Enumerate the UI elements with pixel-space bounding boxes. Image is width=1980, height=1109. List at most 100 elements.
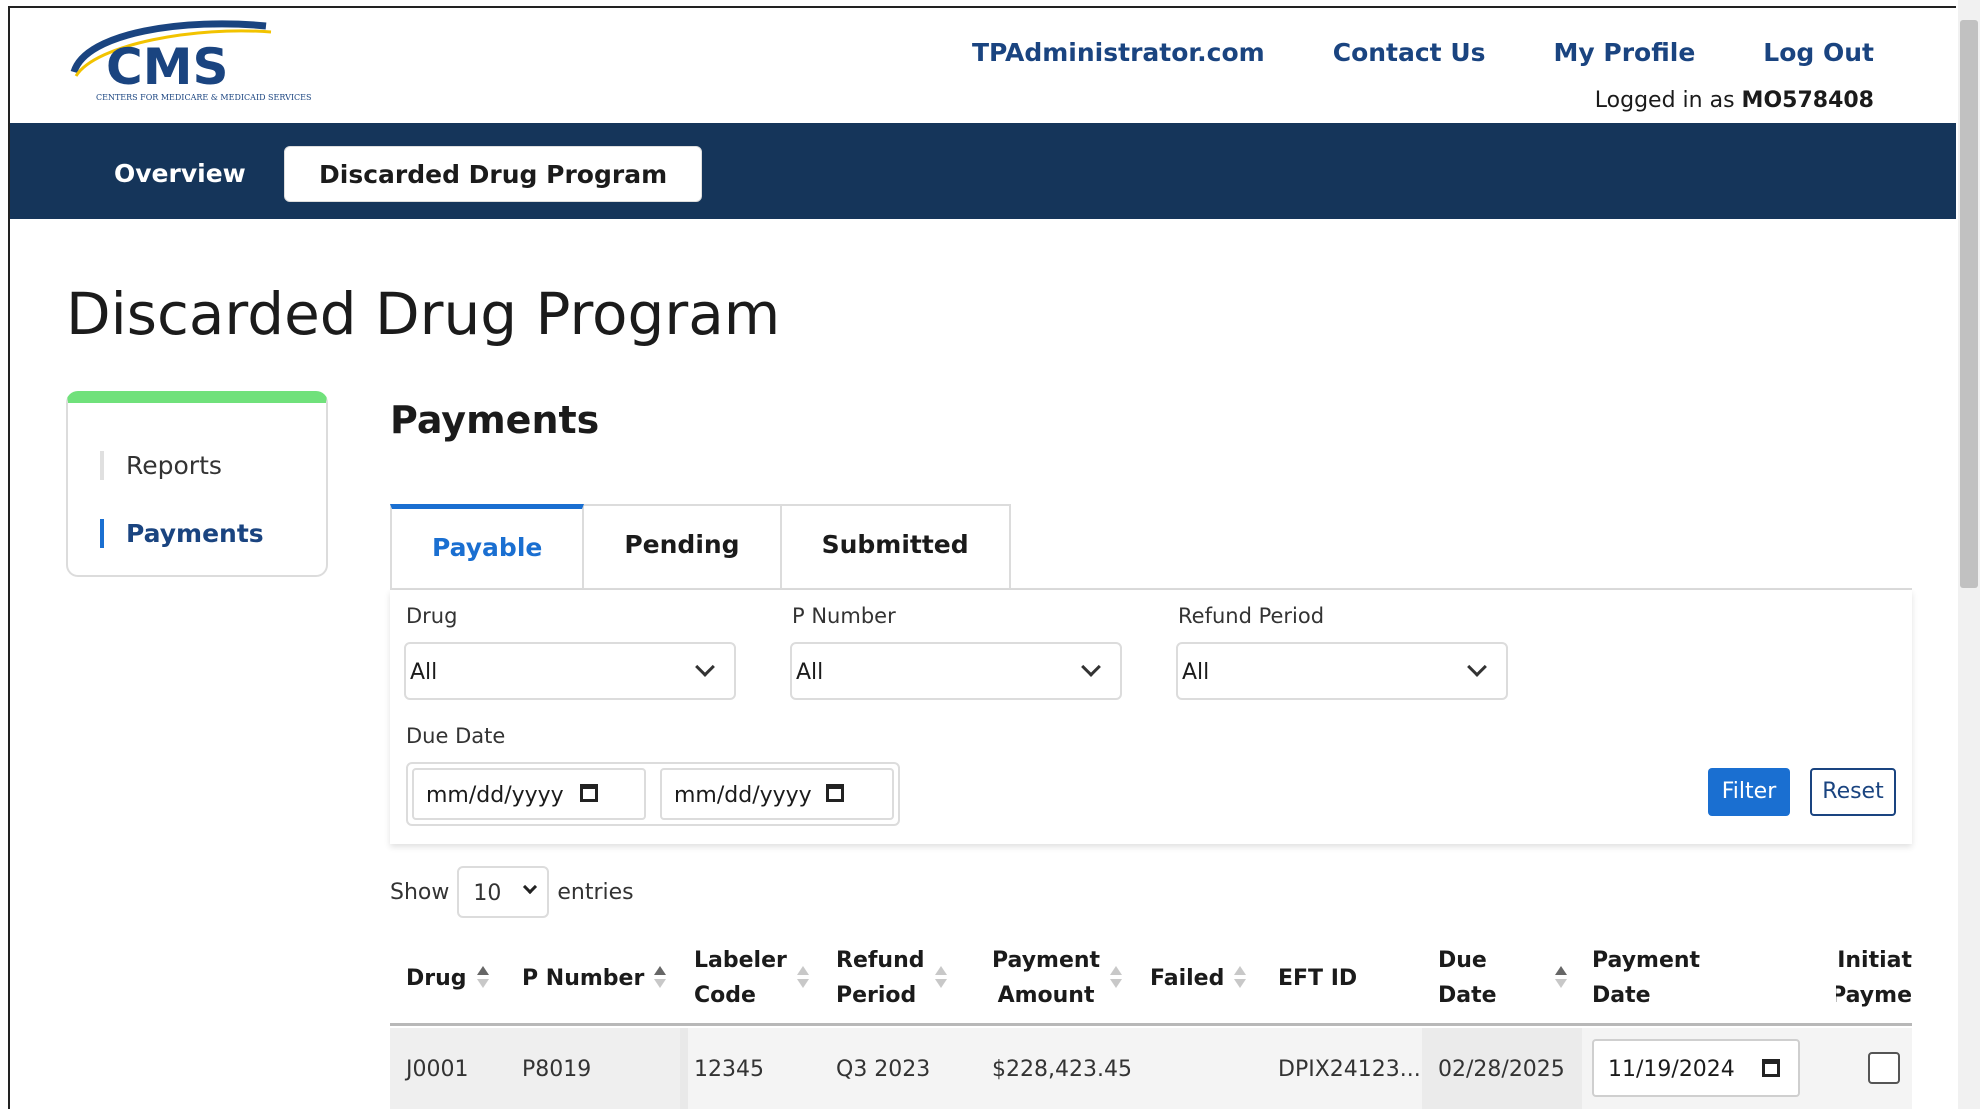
column-header-label: Payment Amount	[992, 943, 1100, 1013]
refund-period-select-value: All	[1182, 660, 1210, 685]
nav-tab-discarded-drug-program[interactable]: Discarded Drug Program	[284, 146, 703, 202]
column-header-payment-amount[interactable]: Payment Amount	[992, 930, 1123, 1026]
cell-refund-period: Q3 2023	[836, 1057, 931, 1082]
cell-due-date: 02/28/2025	[1438, 1057, 1565, 1082]
logo-text: CMS	[106, 38, 228, 96]
log-out-link[interactable]: Log Out	[1763, 38, 1874, 67]
column-header-label: Initiat Payme	[1836, 943, 1912, 1013]
sort-icon	[654, 966, 667, 990]
chevron-down-icon	[695, 657, 715, 677]
cell-payment-amount: $228,423.45	[992, 1057, 1132, 1082]
column-header-failed[interactable]: Failed	[1150, 930, 1247, 1026]
column-header-initiate-payment[interactable]: Initiat Payme	[1836, 930, 1912, 1026]
column-header-line: Due	[1438, 948, 1487, 973]
section-title: Payments	[390, 398, 600, 442]
entries-label: entries	[557, 879, 634, 905]
column-header-p-number[interactable]: P Number	[522, 930, 667, 1026]
column-header-label: EFT ID	[1278, 965, 1358, 991]
due-date-to-placeholder: mm/dd/yyyy	[674, 783, 812, 808]
due-date-range: mm/dd/yyyy mm/dd/yyyy	[406, 762, 900, 826]
nav-tab-overview[interactable]: Overview	[80, 146, 280, 202]
column-header-line: Refund	[836, 948, 925, 973]
initiate-payment-checkbox[interactable]	[1868, 1052, 1900, 1084]
column-header-due-date[interactable]: Due Date	[1438, 930, 1567, 1026]
table-header: Drug P Number Labeler Code Refund Period P…	[390, 930, 1912, 1026]
chevron-down-icon	[1467, 657, 1487, 677]
drug-select[interactable]: All	[404, 642, 736, 700]
calendar-icon[interactable]	[1762, 1059, 1780, 1077]
scrollbar-thumb[interactable]	[1960, 20, 1978, 588]
pnumber-filter-label: P Number	[792, 604, 896, 628]
column-header-label: Refund Period	[836, 943, 925, 1013]
main-nav-bar: Overview Discarded Drug Program	[10, 123, 1956, 219]
contact-us-link[interactable]: Contact Us	[1333, 38, 1486, 67]
calendar-icon[interactable]	[580, 784, 598, 802]
entries-select-value: 10	[473, 881, 502, 906]
sorted-column-shade	[680, 1028, 688, 1109]
refund-period-select[interactable]: All	[1176, 642, 1508, 700]
column-header-line: Date	[1438, 983, 1497, 1008]
cms-logo[interactable]: CMS CENTERS FOR MEDICARE & MEDICAID SERV…	[66, 14, 316, 106]
sidebar-item-payments[interactable]: Payments	[100, 519, 264, 548]
due-date-from-placeholder: mm/dd/yyyy	[426, 783, 564, 808]
top-header: CMS CENTERS FOR MEDICARE & MEDICAID SERV…	[10, 8, 1956, 123]
filter-panel: Drug All P Number All Refund Period All …	[390, 590, 1912, 844]
column-header-line: Code	[694, 983, 756, 1008]
sidebar: Reports Payments	[66, 391, 328, 577]
column-header-line: Payment	[1592, 948, 1701, 973]
column-header-line: Payment	[992, 948, 1101, 973]
tab-pending[interactable]: Pending	[584, 504, 782, 590]
sort-icon	[1110, 966, 1123, 990]
pnumber-select[interactable]: All	[790, 642, 1122, 700]
show-label: Show	[390, 879, 450, 905]
column-header-label: Failed	[1150, 965, 1225, 991]
payment-date-value: 11/19/2024	[1608, 1057, 1735, 1082]
column-header-label: Payment Date	[1592, 943, 1700, 1013]
due-date-to-input[interactable]: mm/dd/yyyy	[660, 768, 894, 820]
sidebar-item-reports[interactable]: Reports	[100, 451, 222, 480]
cell-eft-id[interactable]: DPIX24123...	[1278, 1057, 1421, 1082]
tpadministrator-link[interactable]: TPAdministrator.com	[972, 38, 1265, 67]
column-header-line: Payme	[1836, 983, 1912, 1008]
cell-labeler-code: 12345	[694, 1057, 764, 1082]
logo-subtext: CENTERS FOR MEDICARE & MEDICAID SERVICES	[96, 93, 312, 102]
drug-filter-label: Drug	[406, 604, 458, 628]
page-frame: CMS CENTERS FOR MEDICARE & MEDICAID SERV…	[8, 6, 1956, 1109]
calendar-icon[interactable]	[826, 784, 844, 802]
refund-period-filter-label: Refund Period	[1178, 604, 1325, 628]
reset-button[interactable]: Reset	[1810, 768, 1896, 816]
top-nav: TPAdministrator.com Contact Us My Profil…	[972, 38, 1874, 67]
column-header-drug[interactable]: Drug	[406, 930, 489, 1026]
table-row: J0001 P8019 12345 Q3 2023 $228,423.45 DP…	[390, 1028, 1912, 1109]
column-header-line: Date	[1592, 983, 1651, 1008]
column-header-label: Drug	[406, 965, 467, 991]
sort-icon	[796, 966, 809, 990]
payment-date-input[interactable]: 11/19/2024	[1592, 1039, 1800, 1097]
column-header-line: Initiat	[1837, 948, 1912, 973]
chevron-down-icon	[523, 879, 538, 895]
column-header-payment-date[interactable]: Payment Date	[1592, 930, 1700, 1026]
column-header-refund-period[interactable]: Refund Period	[836, 930, 947, 1026]
sort-icon	[1234, 966, 1247, 990]
due-date-filter-label: Due Date	[406, 724, 506, 748]
column-header-eft-id[interactable]: EFT ID	[1278, 930, 1357, 1026]
entries-select[interactable]: 10	[457, 866, 550, 918]
drug-select-value: All	[410, 660, 438, 685]
show-entries: Show 10 entries	[390, 866, 634, 918]
pnumber-select-value: All	[796, 660, 824, 685]
payment-tabs: Payable Pending Submitted	[390, 504, 1011, 590]
column-header-line: Period	[836, 983, 917, 1008]
sort-icon	[1554, 966, 1567, 990]
chevron-down-icon	[1081, 657, 1101, 677]
tab-submitted[interactable]: Submitted	[781, 504, 1011, 590]
logged-in-status: Logged in as MO578408	[1595, 88, 1874, 113]
column-header-label: Due Date	[1438, 943, 1497, 1013]
filter-button[interactable]: Filter	[1708, 768, 1790, 816]
column-header-label: P Number	[522, 965, 645, 991]
sort-icon	[934, 966, 947, 990]
column-header-labeler-code[interactable]: Labeler Code	[694, 930, 809, 1026]
tab-payable[interactable]: Payable	[390, 504, 585, 590]
column-header-line: Labeler	[694, 948, 787, 973]
due-date-from-input[interactable]: mm/dd/yyyy	[412, 768, 646, 820]
my-profile-link[interactable]: My Profile	[1554, 38, 1696, 67]
